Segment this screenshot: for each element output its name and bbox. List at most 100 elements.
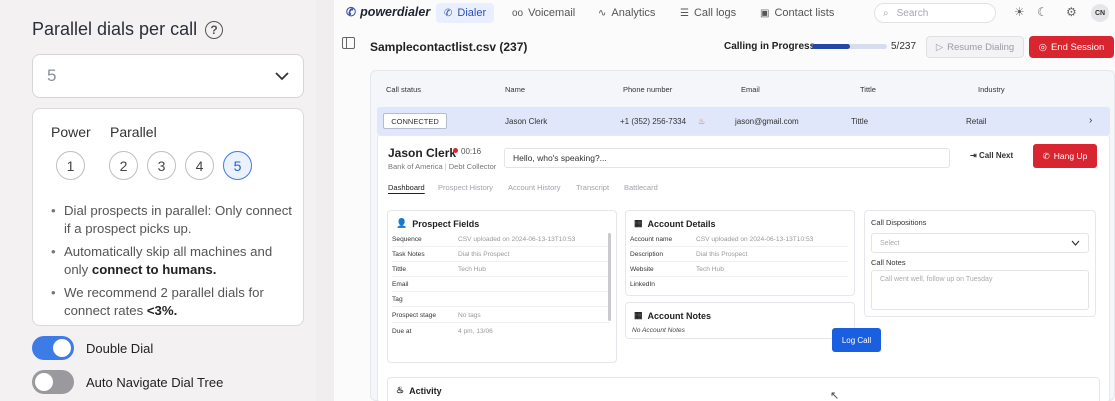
phone-hangup-icon: ✆ <box>1042 150 1050 161</box>
double-dial-row: Double Dial <box>32 336 153 360</box>
search-input[interactable]: ⌕ Search <box>874 3 996 23</box>
info-bullet: Dial prospects in parallel: Only connect… <box>51 202 296 237</box>
field-key: LinkedIn <box>630 281 655 288</box>
tab-transcript[interactable]: Transcript <box>576 183 609 192</box>
column-header: Phone number <box>623 85 673 94</box>
contact-lists-icon: ▣ <box>760 7 770 19</box>
contact-role: Debt Collector <box>448 162 497 171</box>
tab-prospect-history[interactable]: Prospect History <box>438 183 493 192</box>
contact-company: Bank of America <box>388 162 443 171</box>
phone-logo-icon: ✆ <box>346 5 357 19</box>
call-dispositions-panel: Call Dispositions Select Call Notes Call… <box>864 210 1096 317</box>
top-navigation: ✆ powerdialer ✆ Dialer oo Voicemail ∿ An… <box>334 0 1115 26</box>
resume-label: Resume Dialing <box>947 41 1015 53</box>
account-notes-panel: ▦ Account Notes No Account Notes <box>625 302 855 339</box>
field-row: Sequence CSV uploaded on 2024-06-13-13T10… <box>392 233 610 247</box>
table-row[interactable]: CONNECTED Jason Clerk +1 (352) 256-7334 … <box>377 107 1110 135</box>
avatar[interactable]: CN <box>1091 4 1109 22</box>
end-session-button[interactable]: ◎ End Session <box>1029 36 1114 58</box>
double-dial-label: Double Dial <box>86 340 154 356</box>
parallel-dials-select[interactable]: 5 <box>32 54 304 98</box>
parallel-label: Parallel <box>110 124 157 140</box>
field-value[interactable]: Dial this Prospect <box>458 251 509 258</box>
double-dial-toggle[interactable] <box>32 336 74 360</box>
nav-contact-lists[interactable]: ▣ Contact lists <box>752 3 842 23</box>
disposition-select[interactable]: Select <box>871 233 1089 253</box>
chevron-right-icon[interactable]: › <box>1089 115 1092 126</box>
end-label: End Session <box>1050 41 1105 53</box>
sidebar-toggle-icon[interactable] <box>342 37 355 49</box>
power-label: Power <box>51 124 91 140</box>
field-value[interactable]: CSV uploaded on 2024-06-13-13T10:53 <box>696 236 813 243</box>
nav-analytics[interactable]: ∿ Analytics <box>590 3 663 23</box>
nav-label: Voicemail <box>528 7 576 19</box>
column-header: Tittle <box>860 85 876 94</box>
hang-up-button[interactable]: ✆ Hang Up <box>1033 144 1097 168</box>
brand-logo[interactable]: ✆ powerdialer <box>346 5 430 19</box>
panel-title-text: Account Notes <box>647 310 712 321</box>
field-key: Account name <box>630 236 673 243</box>
help-icon[interactable]: ? <box>205 20 224 39</box>
tab-account-history[interactable]: Account History <box>508 183 561 192</box>
skip-next-icon: ⇥ <box>970 151 979 160</box>
auto-navigate-toggle[interactable] <box>32 370 74 394</box>
log-call-button[interactable]: Log Call <box>832 328 881 352</box>
settings-title-text: Parallel dials per call <box>32 19 198 39</box>
nav-voicemail[interactable]: oo Voicemail <box>504 3 583 23</box>
phone-icon: ✆ <box>444 7 453 19</box>
call-logs-icon: ☰ <box>680 7 689 19</box>
nav-dialer[interactable]: ✆ Dialer <box>436 3 495 23</box>
account-details-title: ▦ Account Details <box>634 218 716 229</box>
call-notes-textarea[interactable]: Call went well, follow up on Tuesday <box>871 270 1089 310</box>
sun-icon[interactable]: ☀ <box>1014 5 1025 19</box>
activity-icon: ♨ <box>396 385 405 395</box>
nav-call-logs[interactable]: ☰ Call logs <box>672 3 744 23</box>
contact-list-title: Samplecontactlist.csv (237) <box>370 40 528 54</box>
field-value[interactable]: 4 pm, 13/06 <box>458 328 493 335</box>
nav-label: Dialer <box>457 7 487 19</box>
dial-option-2[interactable]: 2 <box>109 151 138 180</box>
field-row: LinkedIn <box>630 278 848 292</box>
account-details-panel: ▦ Account Details Account name CSV uploade… <box>625 210 855 296</box>
dial-option-1[interactable]: 1 <box>56 151 85 180</box>
call-timer: 00:16 <box>461 147 482 156</box>
dial-option-4[interactable]: 4 <box>185 151 214 180</box>
field-value[interactable]: No tags <box>458 312 481 319</box>
calling-progress-fill <box>812 44 850 49</box>
nav-label: Contact lists <box>774 7 835 19</box>
tab-dashboard[interactable]: Dashboard <box>388 183 425 192</box>
parallel-dial-settings: Parallel dials per call ? 5 Power Parall… <box>0 0 316 401</box>
scrollbar[interactable] <box>608 233 611 321</box>
call-next-button[interactable]: ⇥ Call Next <box>970 151 1013 160</box>
info-bullet-bold: <3%. <box>146 302 178 318</box>
play-icon: ▷ <box>935 41 944 53</box>
field-row: Description Dial this Prospect <box>630 248 848 262</box>
moon-icon[interactable]: ☾ <box>1037 5 1048 19</box>
status-badge: CONNECTED <box>383 113 447 129</box>
user-icon: 👤 <box>396 218 408 228</box>
dial-mode-card: Power Parallel 1 2 3 4 5 Dial prospects … <box>32 108 304 326</box>
live-transcript-input[interactable]: Hello, who's speaking?... <box>504 148 950 168</box>
tab-battlecard[interactable]: Battlecard <box>624 183 658 192</box>
info-bullet: We recommend 2 parallel dials for connec… <box>51 284 296 319</box>
field-row: Prospect stage No tags <box>392 309 610 323</box>
field-value[interactable]: Dial this Prospect <box>696 251 747 258</box>
field-value[interactable]: Tech Hub <box>696 266 724 273</box>
nav-label: Call logs <box>693 7 737 19</box>
field-value[interactable]: Tech Hub <box>458 266 486 273</box>
row-email: jason@gmail.com <box>735 117 799 126</box>
resume-dialing-button[interactable]: ▷ Resume Dialing <box>926 36 1024 58</box>
dial-option-3[interactable]: 3 <box>147 151 176 180</box>
contact-company-role: Bank of America | Debt Collector <box>388 162 497 171</box>
panel-title-text: Activity <box>409 385 442 396</box>
mouse-cursor-icon: ↖ <box>830 390 840 401</box>
field-value[interactable]: CSV uploaded on 2024-06-13-13T10:53 <box>458 236 575 243</box>
info-bullet-bold: connect to humans. <box>91 261 217 277</box>
brand-name: powerdialer <box>360 5 431 19</box>
call-detail-panel: Jason Clerk 00:16 Bank of America | Debt… <box>377 135 1110 401</box>
dial-option-5[interactable]: 5 <box>223 151 252 180</box>
column-header: Email <box>741 85 760 94</box>
gear-icon[interactable]: ⚙ <box>1066 5 1077 19</box>
calling-progress-bar <box>812 44 887 49</box>
field-row: Account name CSV uploaded on 2024-06-13-1… <box>630 233 848 247</box>
